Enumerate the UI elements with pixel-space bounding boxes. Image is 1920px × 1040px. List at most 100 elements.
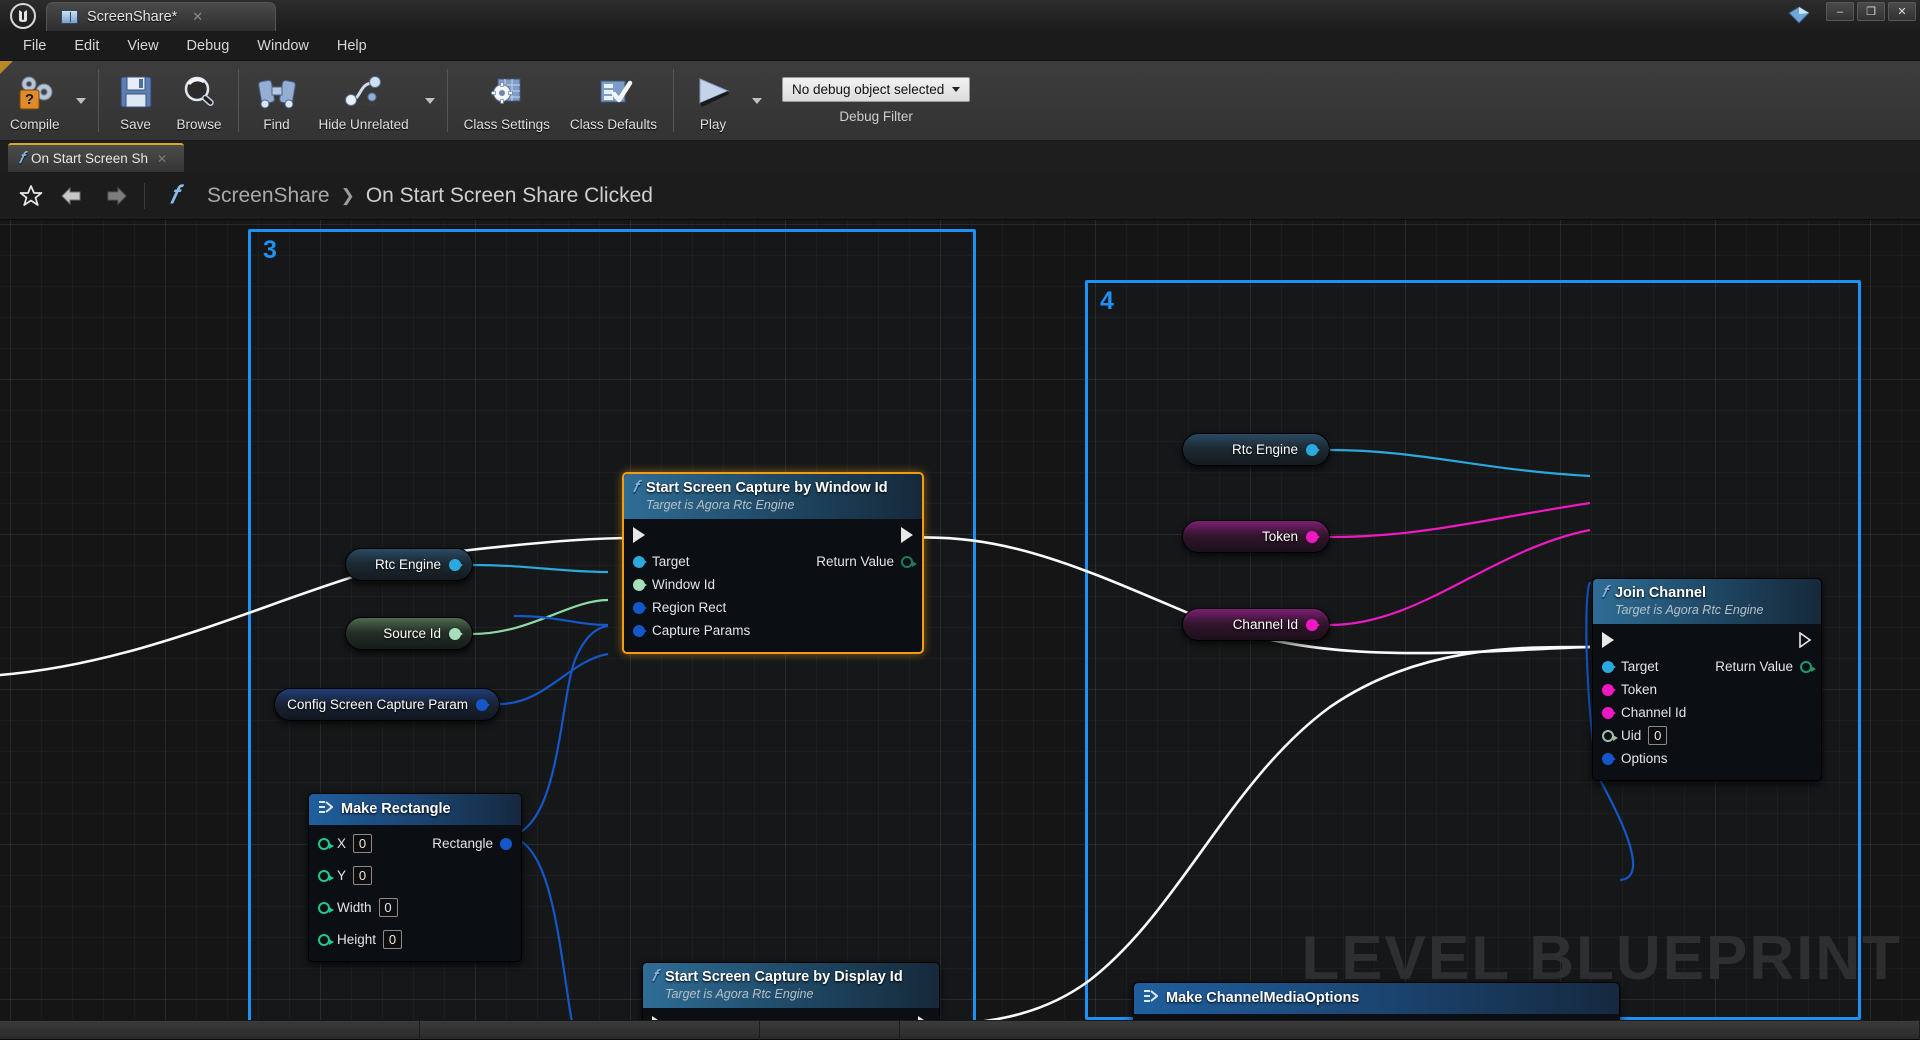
pin-rectangle[interactable] — [500, 837, 512, 850]
node-header: 𝑓 Join Channel Target is Agora Rtc Engin… — [1593, 579, 1821, 625]
pin-y[interactable] — [318, 869, 334, 882]
menu-debug[interactable]: Debug — [174, 34, 243, 58]
pin-target[interactable] — [1602, 660, 1616, 673]
node-make-channelmediaoptions[interactable]: Make ChannelMediaOptions Publish Camera … — [1133, 982, 1620, 1020]
comment-box-3-label: 3 — [263, 236, 277, 264]
chevron-down-icon — [424, 97, 435, 104]
pin-return-value[interactable] — [1800, 660, 1816, 673]
blueprint-graph-canvas[interactable]: Zoom -1 LEVEL BLUEPRINT 3 4 — [0, 220, 1920, 1020]
exec-row — [643, 1012, 939, 1020]
pin-row-x: X 0 Rectangle — [309, 832, 521, 855]
debug-object-select[interactable]: No debug object selected — [781, 77, 971, 102]
minimize-button[interactable]: – — [1826, 2, 1854, 21]
pin-return-value[interactable] — [901, 555, 917, 568]
menu-bar: File Edit View Debug Window Help — [0, 31, 1920, 61]
class-settings-button[interactable]: Class Settings — [454, 61, 560, 140]
pin-target[interactable] — [633, 555, 647, 568]
pin-label-channel-id: Channel Id — [1621, 705, 1687, 721]
make-struct-icon — [318, 800, 334, 819]
variable-label: Config Screen Capture Param — [287, 697, 468, 712]
menu-file[interactable]: File — [10, 34, 59, 58]
hide-unrelated-dropdown[interactable] — [419, 61, 441, 140]
breadcrumb-current: On Start Screen Share Clicked — [365, 183, 653, 207]
input-x[interactable]: 0 — [353, 834, 373, 853]
pin-label-capture-params: Capture Params — [652, 623, 751, 639]
input-uid[interactable]: 0 — [1648, 726, 1668, 746]
pin-row-height: Height 0 — [309, 928, 521, 951]
browse-button[interactable]: Browse — [167, 61, 232, 140]
variable-node-rtc-engine-c[interactable]: Rtc Engine — [1182, 433, 1330, 466]
navigate-forward-button[interactable] — [96, 179, 134, 213]
main-toolbar: ? Compile Save Browse Find Hide Unrelate… — [0, 61, 1920, 141]
menu-edit[interactable]: Edit — [61, 34, 112, 58]
node-body: Target Return Value Display Id Region Re… — [643, 1008, 939, 1020]
compile-dropdown[interactable] — [70, 61, 92, 140]
input-height[interactable]: 0 — [383, 930, 403, 949]
toolbar-divider — [446, 69, 448, 132]
maximize-button[interactable]: ❐ — [1857, 2, 1885, 21]
save-button[interactable]: Save — [105, 61, 167, 140]
status-cell — [0, 1020, 420, 1040]
menu-view[interactable]: View — [114, 34, 171, 58]
pin-token[interactable] — [1602, 683, 1616, 696]
pin-x[interactable] — [318, 837, 334, 850]
menu-help[interactable]: Help — [324, 34, 380, 58]
navigate-back-button[interactable] — [54, 179, 92, 213]
node-join-channel[interactable]: 𝑓 Join Channel Target is Agora Rtc Engin… — [1592, 578, 1822, 782]
pin-channel-id[interactable] — [1602, 706, 1616, 719]
node-start-screen-capture-by-display-id[interactable]: 𝑓 Start Screen Capture by Display Id Tar… — [642, 962, 940, 1020]
chevron-down-icon — [952, 87, 961, 92]
class-defaults-button[interactable]: Class Defaults — [560, 61, 667, 140]
pin-config-param-out[interactable] — [476, 698, 490, 711]
find-button[interactable]: Find — [245, 61, 309, 140]
pin-rtc-engine-out[interactable] — [1306, 443, 1320, 456]
favorite-star-icon[interactable] — [12, 179, 50, 213]
compile-button[interactable]: ? Compile — [0, 61, 70, 140]
close-button[interactable]: ✕ — [1888, 2, 1916, 21]
blueprint-book-icon — [61, 10, 78, 24]
window-tab-screenshare[interactable]: ScreenShare* ✕ — [46, 2, 276, 31]
variable-node-token[interactable]: Token — [1182, 520, 1330, 553]
input-y[interactable]: 0 — [353, 866, 373, 885]
breadcrumb-root[interactable]: ScreenShare — [207, 184, 330, 208]
exec-row — [624, 523, 922, 550]
menu-window[interactable]: Window — [244, 34, 322, 58]
pin-window-id[interactable] — [633, 578, 647, 591]
debug-filter-group: No debug object selected Debug Filter — [768, 61, 984, 140]
node-start-screen-capture-by-window-id[interactable]: 𝑓 Start Screen Capture by Window Id Targ… — [622, 472, 924, 655]
node-header: 𝑓 Start Screen Capture by Display Id Tar… — [643, 963, 939, 1009]
close-icon[interactable]: ✕ — [157, 152, 167, 166]
document-tab-on-start-screen-share[interactable]: 𝑓 On Start Screen Sh ✕ — [8, 143, 184, 172]
variable-label: Source Id — [383, 626, 441, 641]
pin-region-rect[interactable] — [633, 601, 647, 614]
input-width[interactable]: 0 — [378, 898, 398, 917]
variable-node-channel-id[interactable]: Channel Id — [1182, 608, 1330, 641]
pin-rtc-engine-out[interactable] — [449, 558, 463, 571]
hide-unrelated-button[interactable]: Hide Unrelated — [309, 61, 419, 140]
pin-capture-params[interactable] — [633, 624, 647, 637]
node-make-rectangle[interactable]: Make Rectangle X 0 Rectangle Y 0 Width 0… — [308, 793, 522, 962]
exec-in-pin[interactable] — [633, 527, 645, 544]
play-button[interactable]: Play — [680, 61, 746, 140]
pin-options[interactable] — [1602, 752, 1616, 765]
toolbar-divider — [672, 69, 674, 132]
pin-uid[interactable] — [1602, 729, 1618, 742]
debug-object-value: No debug object selected — [791, 82, 945, 97]
exec-in-pin[interactable] — [1602, 632, 1614, 649]
exec-out-pin[interactable] — [1799, 632, 1812, 649]
pin-source-id-out[interactable] — [449, 627, 463, 640]
pin-height[interactable] — [318, 933, 334, 946]
browse-label: Browse — [176, 116, 222, 132]
variable-node-source-id-a[interactable]: Source Id — [345, 617, 473, 650]
variable-node-config-screen-capture-param-a[interactable]: Config Screen Capture Param — [274, 688, 500, 721]
node-title: Start Screen Capture by Window Id — [645, 480, 888, 496]
pin-token-out[interactable] — [1306, 530, 1320, 543]
pin-row-target: Target Return Value — [624, 550, 922, 573]
pin-channel-id-out[interactable] — [1306, 618, 1320, 631]
variable-node-rtc-engine-a[interactable]: Rtc Engine — [345, 548, 473, 581]
play-dropdown[interactable] — [746, 61, 768, 140]
function-icon: 𝑓 — [652, 968, 657, 985]
close-icon[interactable]: ✕ — [192, 9, 203, 25]
pin-width[interactable] — [318, 901, 334, 914]
exec-out-pin[interactable] — [901, 527, 913, 544]
